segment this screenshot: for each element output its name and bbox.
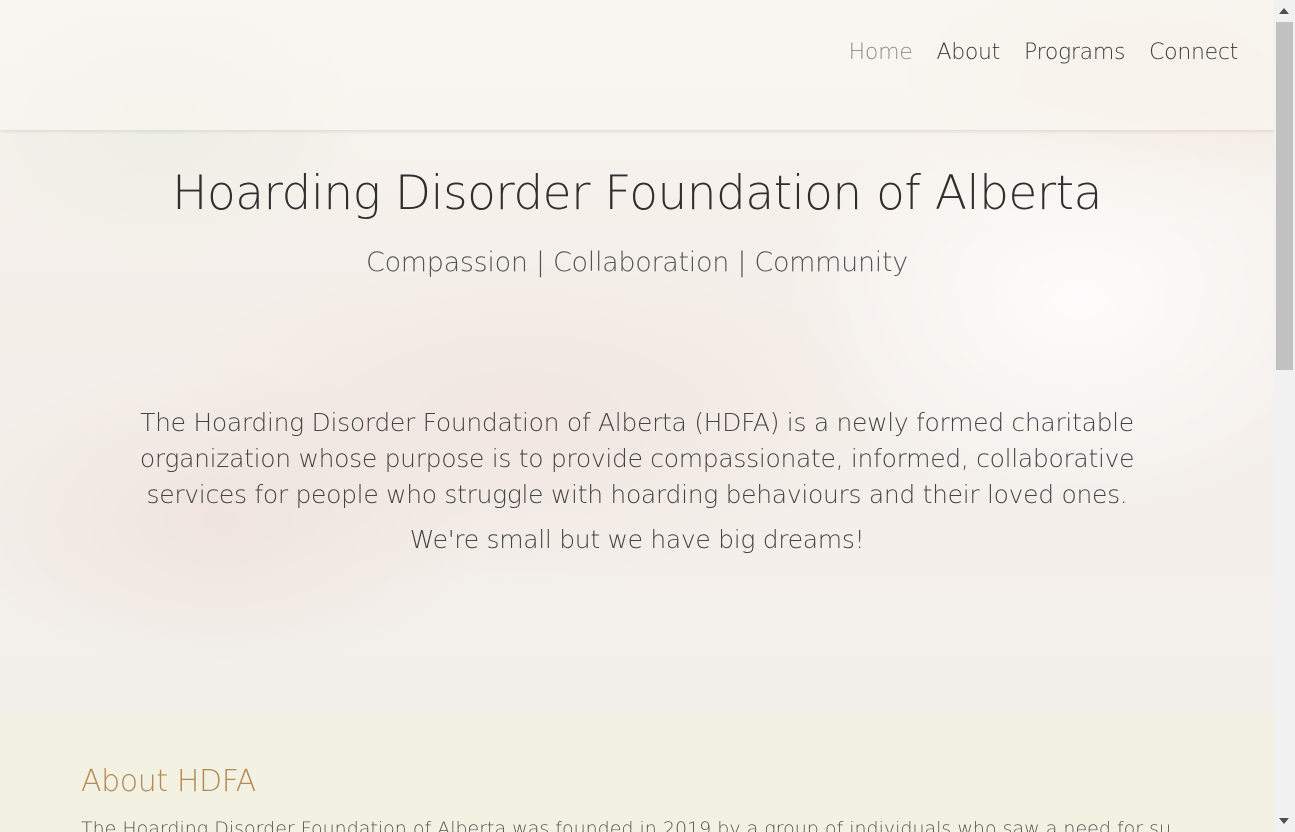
about-heading: About HDFA bbox=[81, 764, 256, 799]
hero-tagline: Compassion | Collaboration | Community bbox=[366, 247, 908, 278]
main-nav: Home About Programs Connect bbox=[849, 40, 1239, 65]
page: Home About Programs Connect Hoarding Dis… bbox=[0, 0, 1274, 832]
nav-home-link[interactable]: Home bbox=[849, 40, 913, 65]
scrollbar-thumb[interactable] bbox=[1276, 22, 1293, 370]
nav-about-link[interactable]: About bbox=[936, 40, 1000, 65]
nav-programs-link[interactable]: Programs bbox=[1024, 40, 1125, 65]
about-paragraph: The Hoarding Disorder Foundation of Albe… bbox=[81, 818, 1171, 832]
about-section: About HDFA The Hoarding Disorder Foundat… bbox=[0, 714, 1274, 832]
scroll-down-arrow-icon[interactable] bbox=[1279, 818, 1289, 824]
nav-connect-link[interactable]: Connect bbox=[1149, 40, 1238, 65]
vertical-scrollbar[interactable] bbox=[1274, 0, 1295, 832]
hero-title: Hoarding Disorder Foundation of Alberta bbox=[172, 166, 1102, 221]
hero-description: The Hoarding Disorder Foundation of Albe… bbox=[139, 408, 1135, 509]
hero-dream-text: We're small but we have big dreams! bbox=[409, 525, 865, 554]
site-header: Home About Programs Connect bbox=[0, 0, 1274, 131]
scroll-up-arrow-icon[interactable] bbox=[1279, 8, 1289, 14]
